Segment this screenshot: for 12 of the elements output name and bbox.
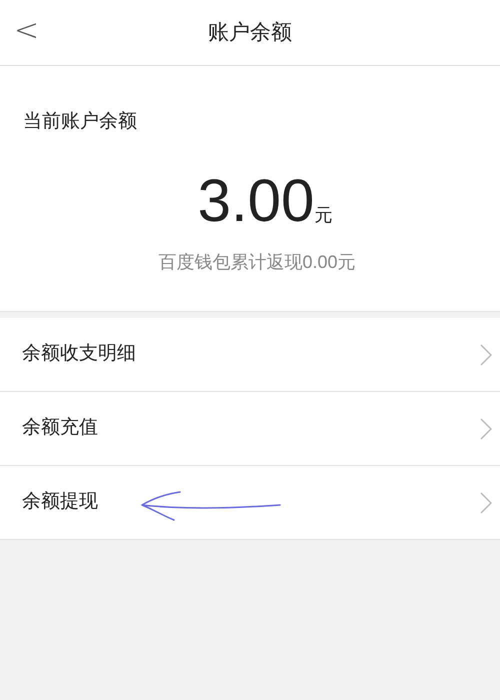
menu-item[interactable]: 余额收支明细 [0,318,500,392]
balance-amount: 3.00 [198,170,314,230]
currency-unit: 元 [314,204,332,226]
chevron-right-icon [480,492,492,514]
chevron-right-icon [480,344,492,366]
chevron-right-icon [480,418,492,440]
page-title: 账户余额 [208,20,292,46]
cashback-note: 百度钱包累计返现0.00元 [158,250,356,274]
menu-item[interactable]: 余额提现 [0,466,500,540]
balance-label: 当前账户余额 [23,110,137,134]
back-button[interactable]: < [14,16,40,46]
menu-item[interactable]: 余额充值 [0,392,500,466]
